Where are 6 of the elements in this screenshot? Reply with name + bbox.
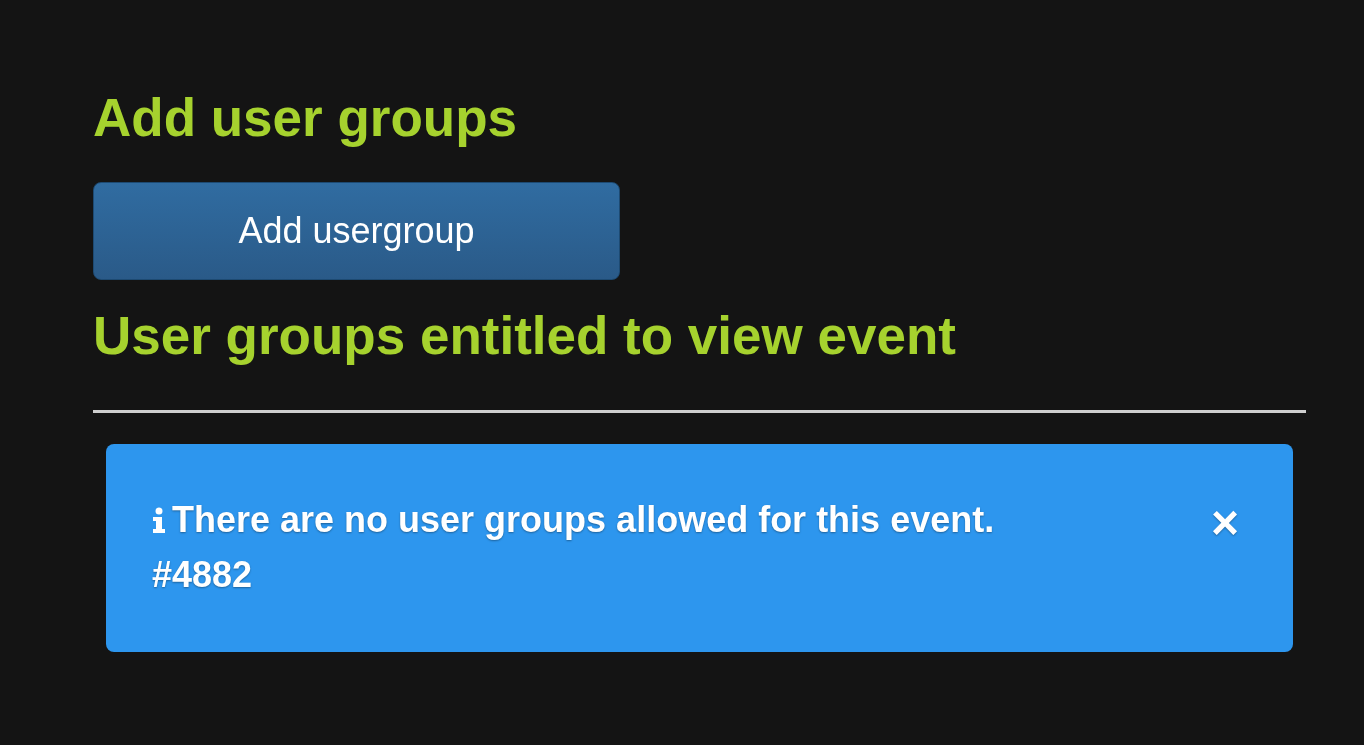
- alert-message: There are no user groups allowed for this event.: [172, 499, 995, 541]
- section-heading: User groups entitled to view event: [93, 305, 957, 367]
- add-usergroup-button[interactable]: Add usergroup: [93, 182, 620, 280]
- alert-reference: #4882: [152, 553, 254, 597]
- section-heading: Add user groups: [93, 87, 519, 149]
- info-icon: [152, 507, 166, 533]
